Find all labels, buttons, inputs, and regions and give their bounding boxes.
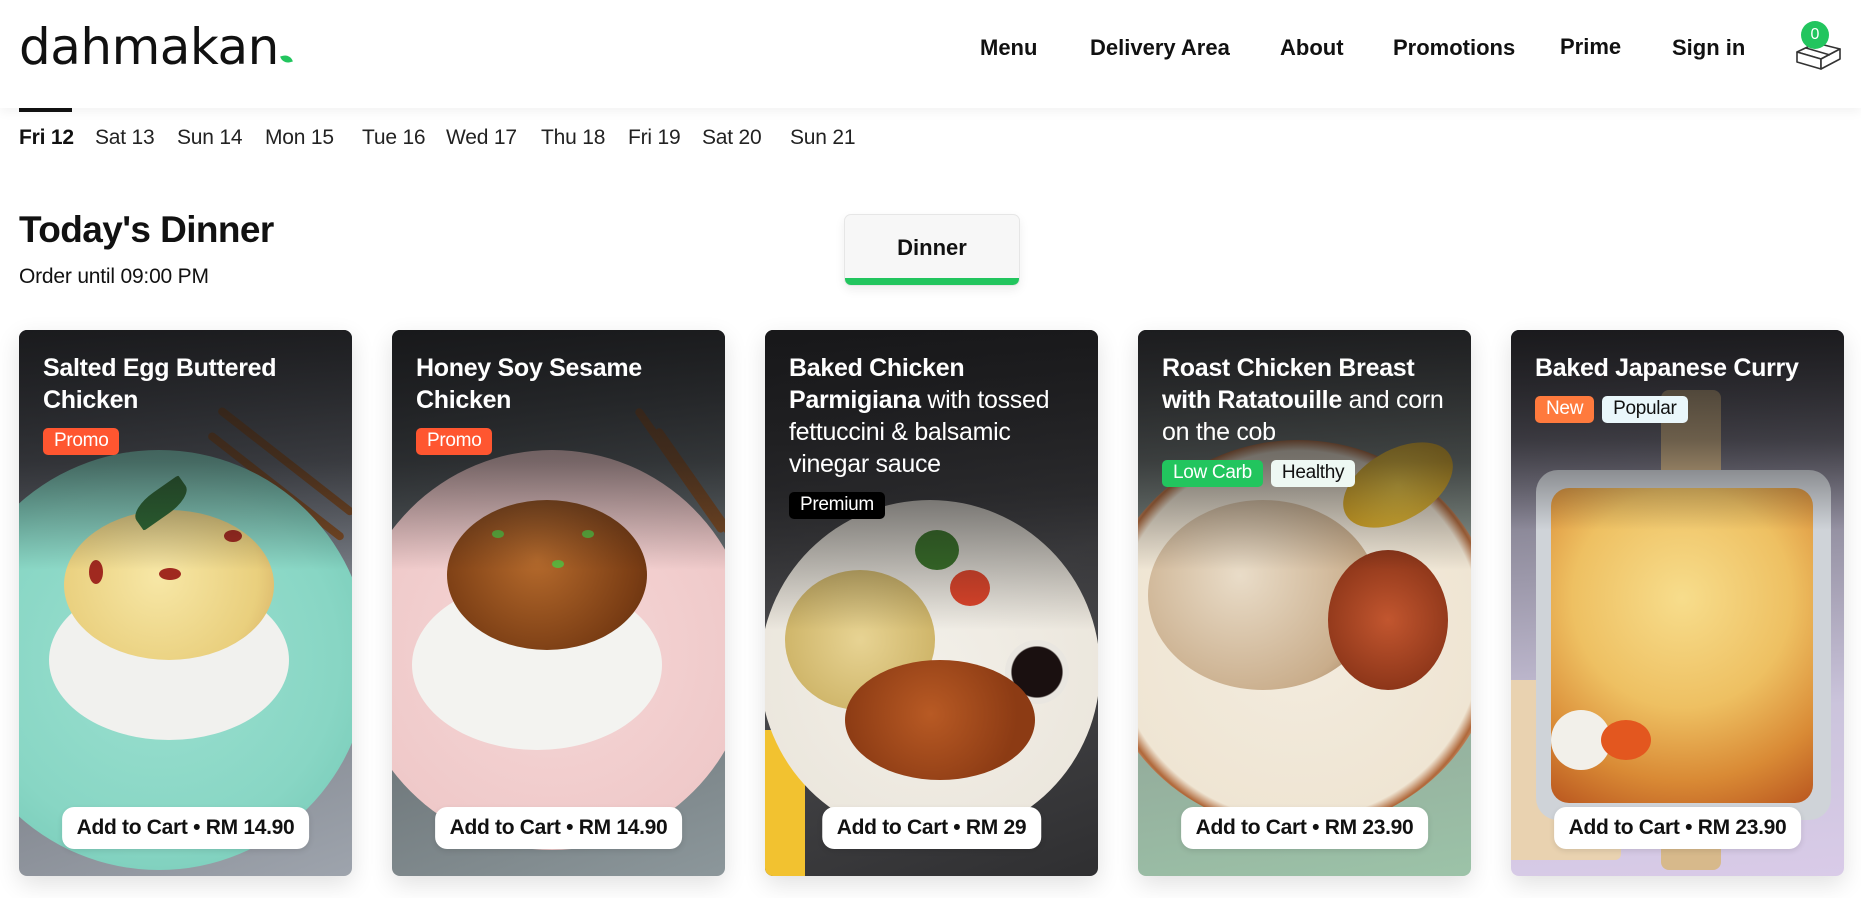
active-date-indicator [19, 108, 72, 112]
nav-about[interactable]: About [1280, 35, 1344, 61]
tag-promo: Promo [43, 428, 120, 455]
meal-name: Salted Egg Buttered Chicken [43, 354, 277, 414]
meal-tab-label: Dinner [897, 235, 967, 260]
meal-card[interactable]: Baked Japanese Curry New Popular Add to … [1511, 330, 1844, 876]
meal-title: Baked Japanese Curry New Popular [1535, 352, 1824, 423]
meal-card[interactable]: Salted Egg Buttered Chicken Promo Add to… [19, 330, 352, 876]
date-tab-thu-18[interactable]: Thu 18 [541, 126, 605, 150]
meal-tags: Promo [416, 428, 705, 455]
meal-tags: New Popular [1535, 396, 1824, 423]
meal-tags: Promo [43, 428, 332, 455]
date-tab-sun-14[interactable]: Sun 14 [177, 126, 243, 150]
date-tab-sun-21[interactable]: Sun 21 [790, 126, 856, 150]
add-to-cart-button[interactable]: Add to Cart • RM 29 [821, 807, 1042, 849]
nav-sign-in[interactable]: Sign in [1672, 35, 1745, 61]
date-tab-wed-17[interactable]: Wed 17 [446, 126, 517, 150]
order-deadline: Order until 09:00 PM [19, 265, 209, 288]
meal-card[interactable]: Roast Chicken Breast with Ratatouille an… [1138, 330, 1471, 876]
leaf-icon [279, 53, 293, 65]
tag-low-carb: Low Carb [1162, 460, 1263, 487]
meal-title: Baked Chicken Parmigiana with tossed fet… [789, 352, 1078, 519]
meal-title: Salted Egg Buttered Chicken Promo [43, 352, 332, 455]
meal-title: Roast Chicken Breast with Ratatouille an… [1162, 352, 1451, 487]
date-tab-fri-12[interactable]: Fri 12 [19, 126, 74, 150]
tag-healthy: Healthy [1270, 460, 1356, 487]
date-tab-sat-13[interactable]: Sat 13 [95, 126, 155, 150]
add-to-cart-button[interactable]: Add to Cart • RM 14.90 [434, 807, 683, 849]
meal-card[interactable]: Baked Chicken Parmigiana with tossed fet… [765, 330, 1098, 876]
date-tab-tue-16[interactable]: Tue 16 [362, 126, 426, 150]
meal-tags: Low Carb Healthy [1162, 460, 1451, 487]
cart-button[interactable]: 0 [1794, 21, 1844, 72]
meal-tab-active-bar [845, 278, 1019, 285]
add-to-cart-button[interactable]: Add to Cart • RM 23.90 [1180, 807, 1429, 849]
tag-premium: Premium [789, 492, 885, 519]
cart-count-badge: 0 [1801, 21, 1829, 49]
tag-promo: Promo [416, 428, 493, 455]
logo[interactable]: dahmakan [19, 22, 293, 72]
date-tab-sat-20[interactable]: Sat 20 [702, 126, 762, 150]
meal-cards: Salted Egg Buttered Chicken Promo Add to… [0, 330, 1861, 876]
top-header: dahmakan Menu Delivery Area About Promot… [0, 0, 1861, 108]
nav-delivery-area[interactable]: Delivery Area [1090, 35, 1230, 61]
nav-prime[interactable]: Prime [1560, 34, 1621, 60]
meal-name: Honey Soy Sesame Chicken [416, 354, 642, 414]
add-to-cart-button[interactable]: Add to Cart • RM 14.90 [61, 807, 310, 849]
meal-tags: Premium [789, 492, 1078, 519]
tag-popular: Popular [1602, 396, 1688, 423]
nav-menu[interactable]: Menu [980, 35, 1037, 61]
meal-title: Honey Soy Sesame Chicken Promo [416, 352, 705, 455]
date-tab-mon-15[interactable]: Mon 15 [265, 126, 334, 150]
meal-card[interactable]: Honey Soy Sesame Chicken Promo Add to Ca… [392, 330, 725, 876]
logo-text: dahmakan [19, 18, 279, 76]
add-to-cart-button[interactable]: Add to Cart • RM 23.90 [1553, 807, 1802, 849]
date-tab-fri-19[interactable]: Fri 19 [628, 126, 681, 150]
meal-tab-dinner[interactable]: Dinner [844, 214, 1020, 286]
nav-promotions[interactable]: Promotions [1393, 35, 1515, 61]
meal-name: Baked Japanese Curry [1535, 354, 1799, 382]
tag-new: New [1535, 396, 1595, 423]
section-title: Today's Dinner [19, 209, 274, 250]
